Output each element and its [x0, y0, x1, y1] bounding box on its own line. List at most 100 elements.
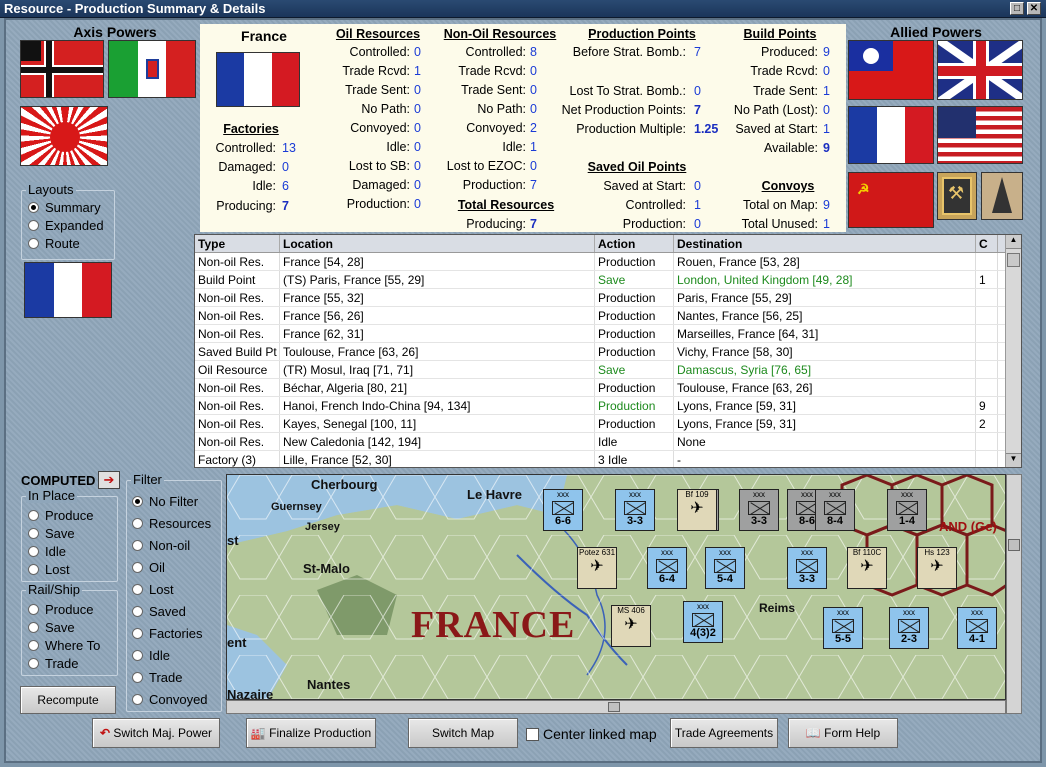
filter-option-radio[interactable]: Trade: [132, 670, 182, 685]
table-cell-type: Build Point: [195, 271, 280, 288]
col-destination[interactable]: Destination: [674, 235, 976, 252]
map-view[interactable]: Cherbourg Le Havre Guernsey Jersey St-Ma…: [226, 474, 1006, 700]
mining-resource-icon[interactable]: ⚒: [937, 172, 977, 220]
bp-row-label: Trade Sent:: [753, 84, 818, 98]
france-allied-flag-icon[interactable]: [848, 106, 934, 164]
map-horizontal-scrollbar[interactable]: [226, 700, 1006, 714]
table-row[interactable]: Non-oil Res. France [55, 32] Production Par…: [195, 289, 1021, 307]
filter-option-radio[interactable]: Idle: [132, 648, 170, 663]
computed-arrow-button[interactable]: ➔: [98, 471, 120, 489]
layout-route-radio[interactable]: Route: [28, 236, 80, 251]
ussr-flag-icon[interactable]: ☭: [848, 172, 934, 228]
railship-whereto-radio[interactable]: Where To: [28, 638, 100, 653]
table-row[interactable]: Non-oil Res. New Caledonia [142, 194] Idle…: [195, 433, 1021, 451]
table-row[interactable]: Build Point (TS) Paris, France [55, 29] Sa…: [195, 271, 1021, 289]
german-flag-icon[interactable]: [20, 40, 104, 98]
table-row[interactable]: Factory (3) Lille, France [52, 30] 3 Idle -: [195, 451, 1021, 467]
table-scrollbar[interactable]: ▲ ▼: [1005, 235, 1021, 467]
recompute-button[interactable]: Recompute: [20, 686, 116, 714]
convoys-total-value: 9: [823, 198, 830, 212]
inplace-lost-radio[interactable]: Lost: [28, 562, 70, 577]
inplace-produce-radio[interactable]: Produce: [28, 508, 93, 523]
china-flag-icon[interactable]: [848, 40, 934, 100]
scroll-up-icon[interactable]: ▲: [1006, 235, 1021, 249]
map-unit-counter[interactable]: xxx 6-4: [647, 547, 687, 589]
map-unit-counter[interactable]: xxx 3-3: [739, 489, 779, 531]
scroll-down-icon[interactable]: ▼: [1006, 453, 1021, 467]
switch-major-power-button[interactable]: ↶ Switch Maj. Power: [92, 718, 220, 748]
form-help-button[interactable]: 📖 Form Help: [788, 718, 898, 748]
map-unit-counter[interactable]: xxx 8-4: [815, 489, 855, 531]
table-row[interactable]: Non-oil Res. Kayes, Senegal [100, 11] Prod…: [195, 415, 1021, 433]
oil-row-label: Trade Sent:: [345, 83, 410, 97]
table-cell-location: France [56, 26]: [280, 307, 595, 324]
map-aircraft-counter[interactable]: Hs 123 ✈: [917, 547, 957, 589]
filter-option-radio[interactable]: Oil: [132, 560, 165, 575]
plane-icon: ✈: [624, 616, 638, 633]
map-aircraft-counter[interactable]: MS 406 ✈: [611, 605, 651, 647]
maximize-button[interactable]: □: [1010, 2, 1024, 15]
inplace-idle-radio[interactable]: Idle: [28, 544, 66, 559]
filter-option-radio[interactable]: No Filter: [132, 494, 198, 509]
table-cell-action: Production: [595, 379, 674, 396]
japanese-flag-icon[interactable]: [20, 106, 108, 166]
map-aircraft-counter[interactable]: Bf 110C ✈: [847, 547, 887, 589]
railship-produce-radio[interactable]: Produce: [28, 602, 93, 617]
table-row[interactable]: Non-oil Res. Hanoi, French Indo-China [94…: [195, 397, 1021, 415]
filter-option-radio[interactable]: Factories: [132, 626, 202, 641]
map-unit-counter[interactable]: xxx 5-5: [823, 607, 863, 649]
map-unit-counter[interactable]: xxx 3-3: [787, 547, 827, 589]
col-location[interactable]: Location: [280, 235, 595, 252]
center-linked-map-checkbox[interactable]: [526, 728, 539, 741]
map-aircraft-counter[interactable]: Bf 109 ✈: [677, 489, 717, 531]
map-unit-counter[interactable]: xxx 4-1: [957, 607, 997, 649]
map-unit-counter[interactable]: xxx 1-4: [887, 489, 927, 531]
oil-resource-icon[interactable]: [981, 172, 1023, 220]
layout-summary-radio[interactable]: Summary: [28, 200, 101, 215]
inplace-save-radio[interactable]: Save: [28, 526, 75, 541]
radio-dot: [132, 606, 143, 617]
oil-row-label: Trade Rcvd:: [342, 64, 410, 78]
col-action[interactable]: Action: [595, 235, 674, 252]
table-row[interactable]: Saved Build Pt Toulouse, France [63, 26] P…: [195, 343, 1021, 361]
map-unit-counter[interactable]: xxx 3-3: [615, 489, 655, 531]
uk-flag-icon[interactable]: [937, 40, 1023, 100]
table-row[interactable]: Non-oil Res. Béchar, Algeria [80, 21] Prod…: [195, 379, 1021, 397]
trade-agreements-button[interactable]: Trade Agreements: [670, 718, 778, 748]
factories-idle-value: 6: [282, 179, 289, 193]
filter-option-radio[interactable]: Lost: [132, 582, 174, 597]
map-unit-counter[interactable]: xxx 4(3)2: [683, 601, 723, 643]
filter-option-radio[interactable]: Convoyed: [132, 692, 208, 707]
map-unit-counter[interactable]: xxx 2-3: [889, 607, 929, 649]
col-type[interactable]: Type: [195, 235, 280, 252]
oil-row-value: 0: [414, 45, 421, 59]
radio-dot: [132, 650, 143, 661]
table-cell-action: Production: [595, 325, 674, 342]
usa-flag-icon[interactable]: [937, 106, 1023, 164]
map-unit-counter[interactable]: xxx 5-4: [705, 547, 745, 589]
table-row[interactable]: Oil Resource (TR) Mosul, Iraq [71, 71] Sav…: [195, 361, 1021, 379]
table-row[interactable]: Non-oil Res. France [54, 28] Production Rou…: [195, 253, 1021, 271]
col-c[interactable]: C: [976, 235, 998, 252]
switch-map-button[interactable]: Switch Map: [408, 718, 518, 748]
map-vertical-scrollbar[interactable]: [1006, 474, 1022, 714]
map-unit-counter[interactable]: xxx 6-6: [543, 489, 583, 531]
oil-row-label: Production:: [346, 197, 410, 211]
savedoil-start-value: 0: [694, 179, 701, 193]
close-button[interactable]: ✕: [1027, 2, 1041, 15]
table-row[interactable]: Non-oil Res. France [56, 26] Production Nan…: [195, 307, 1021, 325]
savedoil-controlled-label: Controlled:: [625, 198, 686, 212]
italian-flag-icon[interactable]: [108, 40, 196, 98]
finalize-production-button[interactable]: 🏭 Finalize Production: [246, 718, 376, 748]
convoys-total-label: Total on Map:: [742, 198, 818, 212]
map-aircraft-counter[interactable]: Potez 631 ✈: [577, 547, 617, 589]
filter-option-radio[interactable]: Resources: [132, 516, 211, 531]
oil-row-value: 0: [414, 197, 421, 211]
map-city-reims: Reims: [759, 601, 796, 615]
filter-option-radio[interactable]: Non-oil: [132, 538, 190, 553]
layout-expanded-radio[interactable]: Expanded: [28, 218, 104, 233]
table-row[interactable]: Non-oil Res. France [62, 31] Production Mar…: [195, 325, 1021, 343]
railship-save-radio[interactable]: Save: [28, 620, 75, 635]
railship-trade-radio[interactable]: Trade: [28, 656, 78, 671]
filter-option-radio[interactable]: Saved: [132, 604, 186, 619]
